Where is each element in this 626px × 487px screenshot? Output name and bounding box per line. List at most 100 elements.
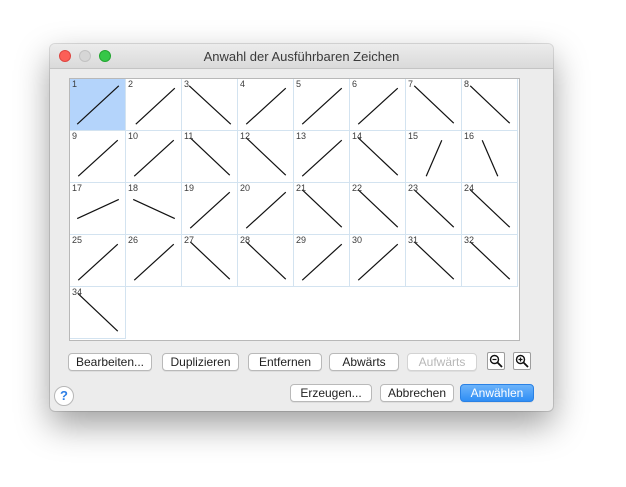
cell-line-graphic [357, 87, 399, 125]
cell-line [188, 85, 232, 125]
grid-cell[interactable]: 32 [462, 235, 518, 287]
grid-cell[interactable]: 17 [70, 183, 126, 235]
grid-cell[interactable]: 25 [70, 235, 126, 287]
zoom-in-icon[interactable] [513, 352, 531, 370]
move-down-button[interactable]: Abwärts [329, 353, 399, 371]
grid-cell[interactable]: 11 [182, 131, 238, 183]
grid-cell[interactable]: 14 [350, 131, 406, 183]
grid-cell[interactable]: 19 [182, 183, 238, 235]
grid-cell[interactable]: 10 [126, 131, 182, 183]
cell-number: 11 [184, 131, 194, 141]
cell-line [357, 137, 399, 176]
cell-number: 17 [72, 183, 83, 193]
cell-number: 25 [72, 235, 83, 245]
cell-number: 19 [184, 183, 195, 193]
grid-cell[interactable]: 2 [126, 79, 182, 131]
cell-line [245, 241, 287, 280]
grid-cell[interactable]: 31 [406, 235, 462, 287]
cell-number: 31 [408, 235, 419, 245]
cell-number: 3 [184, 79, 190, 89]
cell-line [301, 139, 343, 177]
cell-line [357, 87, 399, 125]
cell-line [189, 241, 231, 280]
window-title: Anwahl der Ausführbaren Zeichen [203, 49, 400, 64]
grid-cell[interactable]: 21 [294, 183, 350, 235]
cell-line [413, 241, 455, 280]
grid-cell[interactable]: 34 [70, 287, 126, 339]
grid-cell[interactable]: 24 [462, 183, 518, 235]
grid-cell[interactable]: 5 [294, 79, 350, 131]
cell-line-graphic [188, 85, 232, 125]
cell-number: 16 [464, 131, 475, 141]
zoom-out-icon[interactable] [487, 352, 505, 370]
grid-cell[interactable]: 7 [406, 79, 462, 131]
cell-line [357, 189, 399, 228]
cell-number: 30 [352, 235, 363, 245]
grid-cell[interactable]: 26 [126, 235, 182, 287]
cell-number: 10 [128, 131, 139, 141]
cell-number: 18 [128, 183, 139, 193]
character-grid[interactable]: 1 2 3 4 5 6 7 8 9 10 11 12 13 14 15 16 17 18 19 20 21 22 23 24 2… [69, 78, 520, 341]
title-bar[interactable]: Anwahl der Ausführbaren Zeichen [50, 44, 553, 69]
cell-line [301, 87, 343, 125]
cell-number: 20 [240, 183, 251, 193]
duplicate-button[interactable]: Duplizieren [162, 353, 239, 371]
cell-line [77, 293, 119, 332]
cell-line [245, 87, 287, 125]
edit-button[interactable]: Bearbeiten... [68, 353, 152, 371]
select-button[interactable]: Anwählen [460, 384, 534, 402]
grid-cell[interactable]: 12 [238, 131, 294, 183]
cell-line-graphic [135, 87, 176, 125]
grid-cell[interactable]: 18 [126, 183, 182, 235]
cell-number: 34 [72, 287, 83, 297]
grid-cell[interactable]: 6 [350, 79, 406, 131]
cell-line-graphic [245, 87, 287, 125]
cell-number: 5 [296, 79, 302, 89]
cell-number: 27 [184, 235, 195, 245]
grid-cell[interactable]: 16 [462, 131, 518, 183]
generate-button[interactable]: Erzeugen... [290, 384, 372, 402]
cell-line [77, 139, 119, 177]
remove-button[interactable]: Entfernen [248, 353, 322, 371]
cell-number: 12 [240, 131, 251, 141]
cell-number: 2 [128, 79, 134, 89]
cell-number: 24 [464, 183, 475, 193]
grid-cell[interactable]: 23 [406, 183, 462, 235]
cell-line [469, 189, 511, 228]
grid-cell[interactable]: 15 [406, 131, 462, 183]
grid-cell[interactable]: 8 [462, 79, 518, 131]
grid-cell[interactable]: 28 [238, 235, 294, 287]
cell-line-graphic [76, 85, 120, 125]
help-button[interactable]: ? [54, 386, 74, 406]
cell-line [76, 85, 120, 125]
grid-cell[interactable]: 9 [70, 131, 126, 183]
cell-line [357, 243, 399, 281]
cell-number: 13 [296, 131, 307, 141]
grid-cell[interactable]: 27 [182, 235, 238, 287]
cell-number: 14 [352, 131, 363, 141]
cell-line [132, 198, 176, 220]
grid-cell[interactable]: 13 [294, 131, 350, 183]
grid-cell[interactable]: 22 [350, 183, 406, 235]
cell-number: 32 [464, 235, 475, 245]
grid-cell[interactable]: 30 [350, 235, 406, 287]
cell-line [413, 85, 455, 124]
cell-number: 22 [352, 183, 363, 193]
grid-cell[interactable]: 29 [294, 235, 350, 287]
cell-number: 6 [352, 79, 358, 89]
cell-line [245, 191, 287, 229]
cell-number: 21 [296, 183, 307, 193]
cell-line [469, 85, 511, 124]
cell-line [133, 243, 175, 281]
grid-cell[interactable]: 1 [70, 79, 126, 131]
cell-line [189, 137, 231, 176]
grid-cell[interactable]: 20 [238, 183, 294, 235]
grid-cell[interactable]: 4 [238, 79, 294, 131]
move-up-button: Aufwärts [407, 353, 477, 371]
cell-line [77, 243, 119, 281]
cancel-button[interactable]: Abbrechen [380, 384, 454, 402]
cell-number: 28 [240, 235, 251, 245]
cell-number: 15 [408, 131, 419, 141]
grid-cell[interactable]: 3 [182, 79, 238, 131]
cell-number: 1 [72, 79, 78, 89]
